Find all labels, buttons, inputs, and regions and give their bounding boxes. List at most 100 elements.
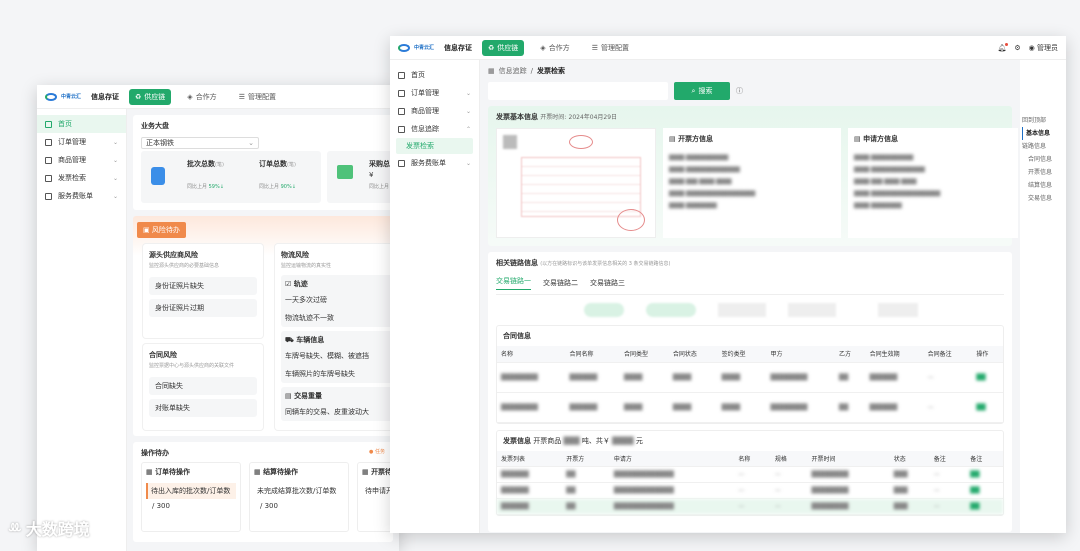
sidebar: 首页 订单管理 ⌄ 商品管理 ⌄ 发票检索 ⌄ 服务费账单 ⌄ — [37, 109, 127, 551]
column-header: 合同生效期 — [869, 351, 900, 359]
sidebar-item-bill[interactable]: 服务费账单 ⌄ — [390, 154, 479, 172]
column-header: 签约类型 — [721, 351, 746, 359]
sidebar-item-label: 发票检索 — [406, 142, 434, 150]
gear-icon[interactable]: ⚙ — [1014, 44, 1020, 52]
table-row[interactable]: ██████ ██ █████████████ — — ████████ ███ — ██ — [497, 483, 1003, 499]
chain-tabs: 交易链路一 交易链路二 交易链路三 — [496, 276, 1004, 295]
invoice-image[interactable] — [496, 128, 656, 238]
flow-node[interactable] — [718, 303, 766, 317]
issuer-detail: ████ ███████████ ████ ██████████████ ████ … — [669, 155, 756, 209]
todo-item[interactable]: 待出入库的批次数/订单数 — [146, 483, 236, 499]
app-logo[interactable]: 中青云汇 — [398, 43, 434, 52]
home-icon — [398, 71, 405, 79]
invoice-table — [521, 157, 641, 217]
sidebar-item-home[interactable]: 首页 — [390, 66, 479, 84]
watermark: ꔛ 大数跨境 — [8, 516, 90, 540]
user-menu[interactable]: ◉ 管理员 — [1029, 43, 1058, 53]
sidebar-item-tracking[interactable]: 信息追踪 ⌃ — [390, 120, 479, 138]
tab-chain-2[interactable]: 交易链路二 — [543, 278, 578, 288]
anchor-item[interactable]: 结算信息 — [1022, 179, 1066, 192]
anchor-item[interactable]: 交易信息 — [1022, 192, 1066, 205]
sidebar-item-invoice-search[interactable]: 发票检索 — [396, 138, 473, 154]
risk-item[interactable]: 物流轨迹不一致 — [285, 313, 389, 323]
column-header: 开票方 — [566, 455, 585, 463]
main-content: ▦ 信息追踪 / 发票检索 ⌕ 搜索 ⓘ 发票基本信息 开票时间: 2024年04… — [480, 60, 1020, 533]
list-icon: ☰ — [591, 43, 598, 52]
risk-item[interactable]: 一天多次过磅 — [285, 295, 389, 305]
clipboard-icon: ▣ — [143, 226, 150, 234]
tab-label: 管理配置 — [247, 92, 276, 101]
table-row[interactable]: ████████ ██████ ████ ████ ████ ████████ ██ ████… — [497, 392, 1003, 422]
table-row[interactable]: ██████ ██ █████████████ — — ████████ ███ — ██ — [497, 467, 1003, 483]
tab-label: 供应链 — [497, 43, 519, 52]
applicant-detail: ████ ███████████ ████ ██████████████ ████ … — [854, 155, 941, 209]
sidebar-item-orders[interactable]: 订单管理 ⌄ — [37, 133, 126, 151]
chevron-down-icon: ⌄ — [465, 159, 471, 167]
risk-item[interactable]: 身份证照片过期 — [149, 299, 257, 317]
tab-partner[interactable]: ◈ 合作方 — [534, 40, 575, 56]
sidebar-item-home[interactable]: 首页 — [37, 115, 126, 133]
anchor-item[interactable]: 开票信息 — [1022, 166, 1066, 179]
flow-node[interactable] — [878, 303, 918, 317]
risk-item[interactable]: 车辆照片的车牌号缺失 — [285, 369, 389, 379]
sidebar-item-bill[interactable]: 服务费账单 ⌄ — [37, 187, 126, 205]
anchor-item[interactable]: 回到顶部 — [1022, 114, 1066, 127]
tab-label: 合作方 — [548, 43, 570, 52]
flow-node[interactable] — [584, 303, 624, 317]
risk-item[interactable]: 合同缺失 — [149, 377, 257, 395]
order-icon — [398, 89, 405, 97]
tab-chain-3[interactable]: 交易链路三 — [590, 278, 625, 288]
todo-item[interactable]: 未完成结算批次数/订单数 — [254, 483, 344, 499]
bell-icon[interactable]: 🔔︎ — [997, 42, 1009, 52]
sidebar-item-label: 发票检索 — [58, 174, 86, 182]
sidebar-item-goods[interactable]: 商品管理 ⌄ — [390, 102, 479, 120]
risk-item[interactable]: 同辆车的交易、皮重波动大 — [285, 407, 389, 417]
table-row[interactable]: ██████ ██ █████████████ — — ████████ ███ — ██ — [497, 498, 1003, 515]
column-header: 操作 — [976, 351, 989, 359]
tab-config[interactable]: ☰ 管理配置 — [586, 40, 635, 56]
tab-supply-chain[interactable]: ♻ 供应链 — [129, 88, 172, 105]
tab-partner[interactable]: ◈ 合作方 — [181, 89, 222, 105]
risk-item-label: 合同缺失 — [155, 382, 183, 390]
table-row[interactable]: ████████ ██████ ████ ████ ████ ████████ ██ ████… — [497, 362, 1003, 392]
column-header: 合同名称 — [569, 351, 594, 359]
home-icon — [45, 120, 52, 128]
anchor-item[interactable]: 链路信息 — [1022, 140, 1066, 153]
sidebar-item-goods[interactable]: 商品管理 ⌄ — [37, 151, 126, 169]
kpi-pct: 90% — [280, 184, 292, 190]
risk-item[interactable]: 车牌号缺失、模糊、被遮挡 — [285, 351, 389, 361]
goods-icon — [398, 107, 405, 115]
check-icon: ☑ — [285, 280, 292, 288]
app-logo[interactable]: 中青云汇 — [45, 92, 81, 101]
card-title: 合同风险 — [149, 351, 177, 359]
badge-label: 风险待办 — [151, 226, 180, 234]
search-input[interactable] — [488, 82, 668, 100]
sidebar-item-invoice[interactable]: 发票检索 ⌄ — [37, 169, 126, 187]
breadcrumb-item[interactable]: 信息追踪 — [499, 66, 527, 76]
company-select[interactable]: 正本钢铁 ⌄ — [141, 137, 259, 149]
ops-todo: 操作待办 ● 任务 ▦ 订单待操作 待出入库的批次数/订单数 / 300 ▦ 结… — [133, 442, 399, 542]
help-icon[interactable]: ⓘ — [736, 86, 743, 96]
kpi-card: 采购总 ¥ 同比上月 — [327, 151, 399, 203]
column-header: 合同类型 — [623, 351, 648, 359]
anchor-item[interactable]: 合同信息 — [1022, 153, 1066, 166]
search-button[interactable]: ⌕ 搜索 — [674, 82, 730, 100]
breadcrumb: ▦ 信息追踪 / 发票检索 — [488, 66, 1012, 76]
flow-node[interactable] — [788, 303, 836, 317]
kpi-card: 批次总数(笔) 同比上月 59%↓ 订单总数(笔) 同比上月 90%↓ — [141, 151, 321, 203]
kpi-label: 订单总数 — [259, 160, 287, 168]
flow-node[interactable] — [646, 303, 696, 317]
sidebar-item-orders[interactable]: 订单管理 ⌄ — [390, 84, 479, 102]
tab-chain-1[interactable]: 交易链路一 — [496, 276, 531, 290]
anchor-item[interactable]: 基本信息 — [1022, 127, 1066, 140]
tab-config[interactable]: ☰ 管理配置 — [233, 89, 282, 105]
top-bar: 中青云汇 信息存证 ♻ 供应链 ◈ 合作方 ☰ 管理配置 — [37, 85, 399, 109]
issuer-info: ▤ 开票方信息 ████ ███████████ ████ ███████████… — [663, 128, 841, 238]
kpi-unit: (笔) — [215, 162, 224, 168]
source-risk-card: 源头供应商风险 监控源头供应商的必要基础信息 身份证照片缺失 身份证照片过期 — [143, 244, 263, 338]
column-header: 备注 — [933, 455, 946, 463]
risk-item[interactable]: 身份证照片缺失 — [149, 277, 257, 295]
risk-item[interactable]: 对账单缺失 — [149, 399, 257, 417]
tab-supply-chain[interactable]: ♻ 供应链 — [482, 39, 525, 56]
time-label: 开票时间: — [540, 114, 567, 121]
